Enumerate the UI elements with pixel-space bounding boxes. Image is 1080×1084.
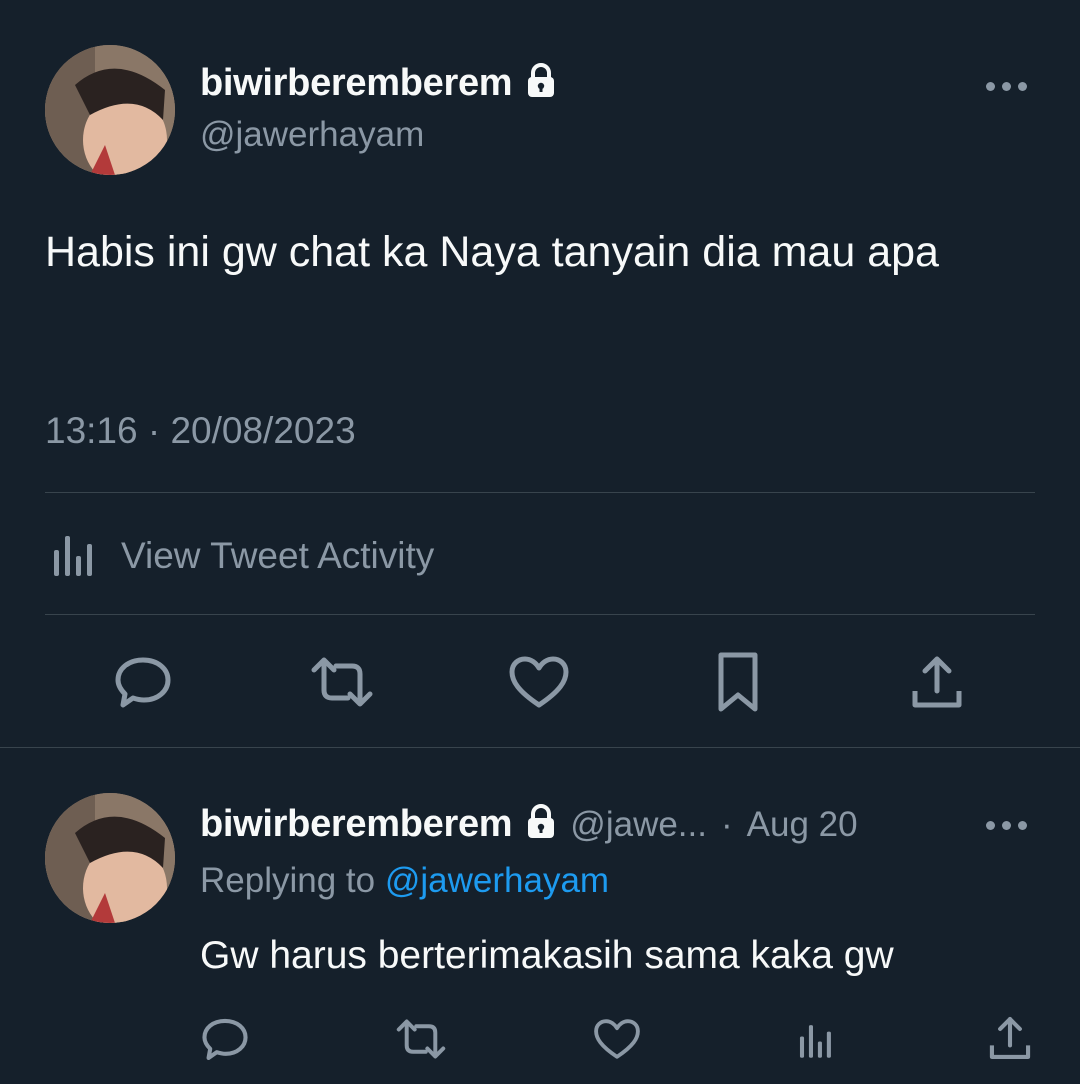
user-handle[interactable]: @jawerhayam [200,115,424,155]
more-icon[interactable] [986,821,1027,830]
tweet-text: Habis ini gw chat ka Naya tanyain dia ma… [45,228,939,276]
user-header: biwirberemberem [200,62,556,105]
analytics-icon[interactable] [790,1014,836,1064]
bookmark-icon[interactable] [708,650,768,714]
lock-icon [526,63,556,104]
reply-header: biwirberemberem @jawe... · Aug 20 [200,803,858,846]
user-handle[interactable]: @jawe... [570,805,707,845]
like-icon[interactable] [507,652,571,712]
view-activity-link[interactable]: View Tweet Activity [45,526,434,585]
lock-icon [526,804,556,845]
replying-to-label: Replying to [200,861,376,900]
tweet-date[interactable]: Aug 20 [747,805,858,845]
replying-to-handle[interactable]: @jawerhayam [385,861,609,900]
share-icon[interactable] [985,1012,1035,1064]
divider [45,614,1035,615]
share-icon[interactable] [905,650,969,714]
tweet-text: Gw harus berterimakasih sama kaka gw [200,934,894,977]
divider [45,492,1035,493]
avatar[interactable] [45,793,175,923]
like-icon[interactable] [592,1014,642,1064]
separator: · [720,804,733,844]
reply-icon[interactable] [200,1014,250,1064]
retweet-icon[interactable] [307,652,377,712]
reply-icon[interactable] [113,652,173,712]
tweet-timestamp[interactable]: 13:16 · 20/08/2023 [45,410,356,452]
avatar[interactable] [45,45,175,175]
divider [0,747,1080,748]
display-name[interactable]: biwirberemberem [200,803,513,846]
replying-to: Replying to @jawerhayam [200,861,609,901]
retweet-icon[interactable] [393,1014,449,1064]
display-name[interactable]: biwirberemberem [200,62,513,105]
analytics-icon [45,526,95,585]
view-activity-label: View Tweet Activity [121,534,435,576]
more-icon[interactable] [986,82,1027,91]
